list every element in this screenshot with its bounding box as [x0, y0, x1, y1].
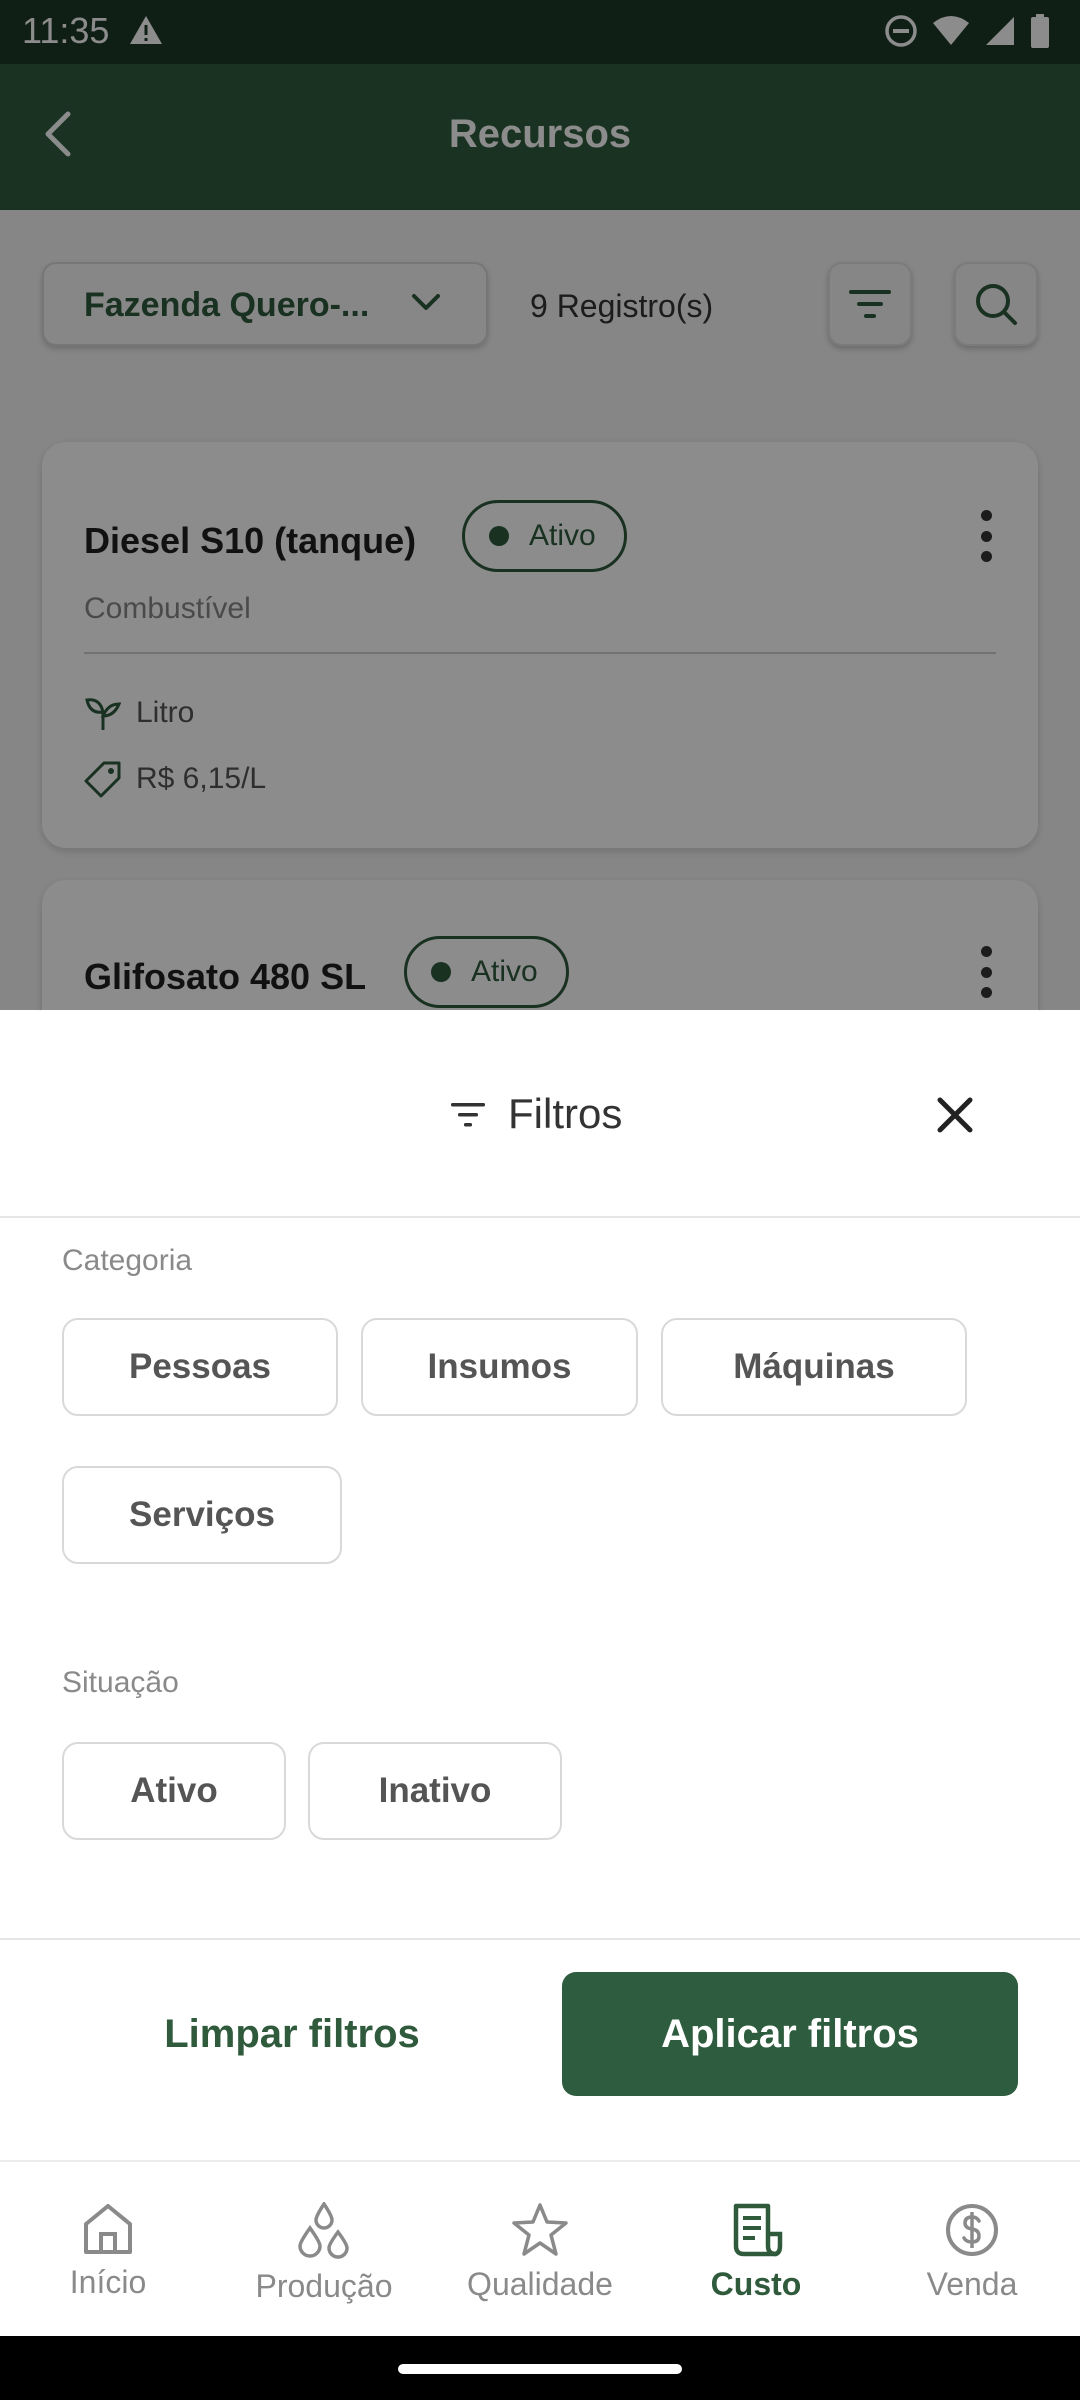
category-label: Categoria: [62, 1244, 193, 1277]
nav-item-inicio[interactable]: Início: [8, 2202, 208, 2301]
nav-label: Início: [69, 2264, 147, 2300]
filters-title: Filtros: [450, 1090, 622, 1138]
nav-label: Custo: [710, 2266, 802, 2302]
chip-situation-inativo[interactable]: Inativo: [308, 1742, 562, 1840]
receipt-icon: [733, 2203, 783, 2257]
nav-label: Venda: [926, 2266, 1018, 2302]
situation-label: Situação: [62, 1666, 179, 1699]
clear-filters-button[interactable]: Limpar filtros: [62, 1972, 522, 2096]
nav-item-custo[interactable]: Custo: [656, 2202, 856, 2303]
chip-category-pessoas[interactable]: Pessoas: [62, 1318, 338, 1416]
system-navigation-area: [0, 2336, 1080, 2400]
filters-sheet-footer: Limpar filtros Aplicar filtros: [0, 1938, 1080, 2170]
gesture-handle[interactable]: [398, 2364, 682, 2374]
filters-title-label: Filtros: [508, 1090, 623, 1137]
bottom-nav: Início Produção Qualidade Custo Venda: [0, 2160, 1080, 2336]
chip-category-insumos[interactable]: Insumos: [361, 1318, 638, 1416]
nav-item-venda[interactable]: Venda: [872, 2202, 1072, 2303]
dollar-icon: [946, 2204, 998, 2256]
chip-category-servicos[interactable]: Serviços: [62, 1466, 342, 1564]
apply-filters-button[interactable]: Aplicar filtros: [562, 1972, 1018, 2096]
filter-icon: [451, 1103, 485, 1127]
star-icon: [512, 2203, 568, 2256]
chip-situation-ativo[interactable]: Ativo: [62, 1742, 286, 1840]
nav-label: Qualidade: [467, 2266, 613, 2302]
nav-item-qualidade[interactable]: Qualidade: [440, 2202, 640, 2303]
chip-category-maquinas[interactable]: Máquinas: [661, 1318, 967, 1416]
drops-icon: [298, 2202, 349, 2259]
nav-item-producao[interactable]: Produção: [224, 2202, 424, 2305]
modal-scrim[interactable]: [0, 0, 1080, 1010]
filters-sheet-header: Filtros: [0, 1010, 1080, 1218]
filters-sheet: Filtros Categoria Pessoas Insumos Máquin…: [0, 1010, 1080, 2160]
home-icon: [84, 2204, 132, 2254]
nav-label: Produção: [255, 2268, 393, 2304]
close-icon[interactable]: [930, 1090, 980, 1140]
